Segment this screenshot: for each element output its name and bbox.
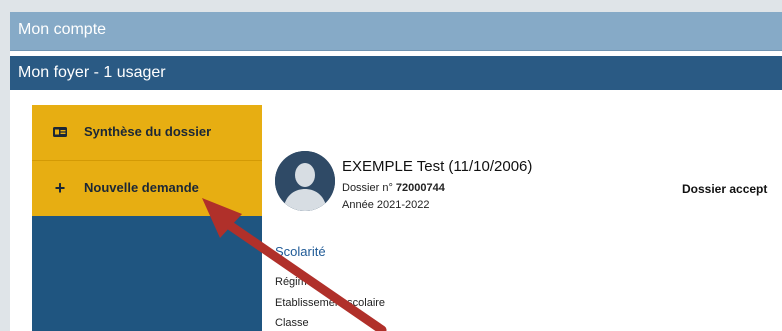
sidebar-item-label: Synthèse du dossier xyxy=(84,124,212,139)
plus-icon: + xyxy=(54,178,66,198)
school-year: Année 2021-2022 xyxy=(342,199,430,211)
schooling-section-title: Scolarité xyxy=(275,244,326,259)
sidebar-item-label: Nouvelle demande xyxy=(84,180,199,195)
dossier-status: Dossier accept xyxy=(682,182,768,196)
file-number-label: Dossier n° xyxy=(342,182,393,194)
sidebar-item-nouvelle-demande[interactable]: + Nouvelle demande xyxy=(32,161,262,216)
student-name: EXEMPLE Test (11/10/2006) xyxy=(342,158,533,175)
sidebar: Synthèse du dossier + Nouvelle demande xyxy=(32,105,262,331)
field-regime: Régime xyxy=(275,276,313,288)
household-title: Mon foyer - 1 usager xyxy=(18,64,166,81)
sidebar-item-synthese[interactable]: Synthèse du dossier xyxy=(32,105,262,161)
file-number-line: Dossier n° 72000744 xyxy=(342,182,445,194)
user-silhouette-icon xyxy=(275,151,335,211)
page: Mon compte Mon foyer - 1 usager Synthèse… xyxy=(10,12,782,331)
household-header-bar: Mon foyer - 1 usager xyxy=(10,56,782,90)
field-etablissement: Etablissement scolaire xyxy=(275,297,386,309)
account-header-bar: Mon compte xyxy=(10,12,782,51)
field-classe: Classe xyxy=(275,317,309,329)
file-number: 72000744 xyxy=(395,182,445,194)
avatar xyxy=(275,151,335,211)
account-title: Mon compte xyxy=(18,21,107,38)
id-card-icon xyxy=(52,124,68,140)
